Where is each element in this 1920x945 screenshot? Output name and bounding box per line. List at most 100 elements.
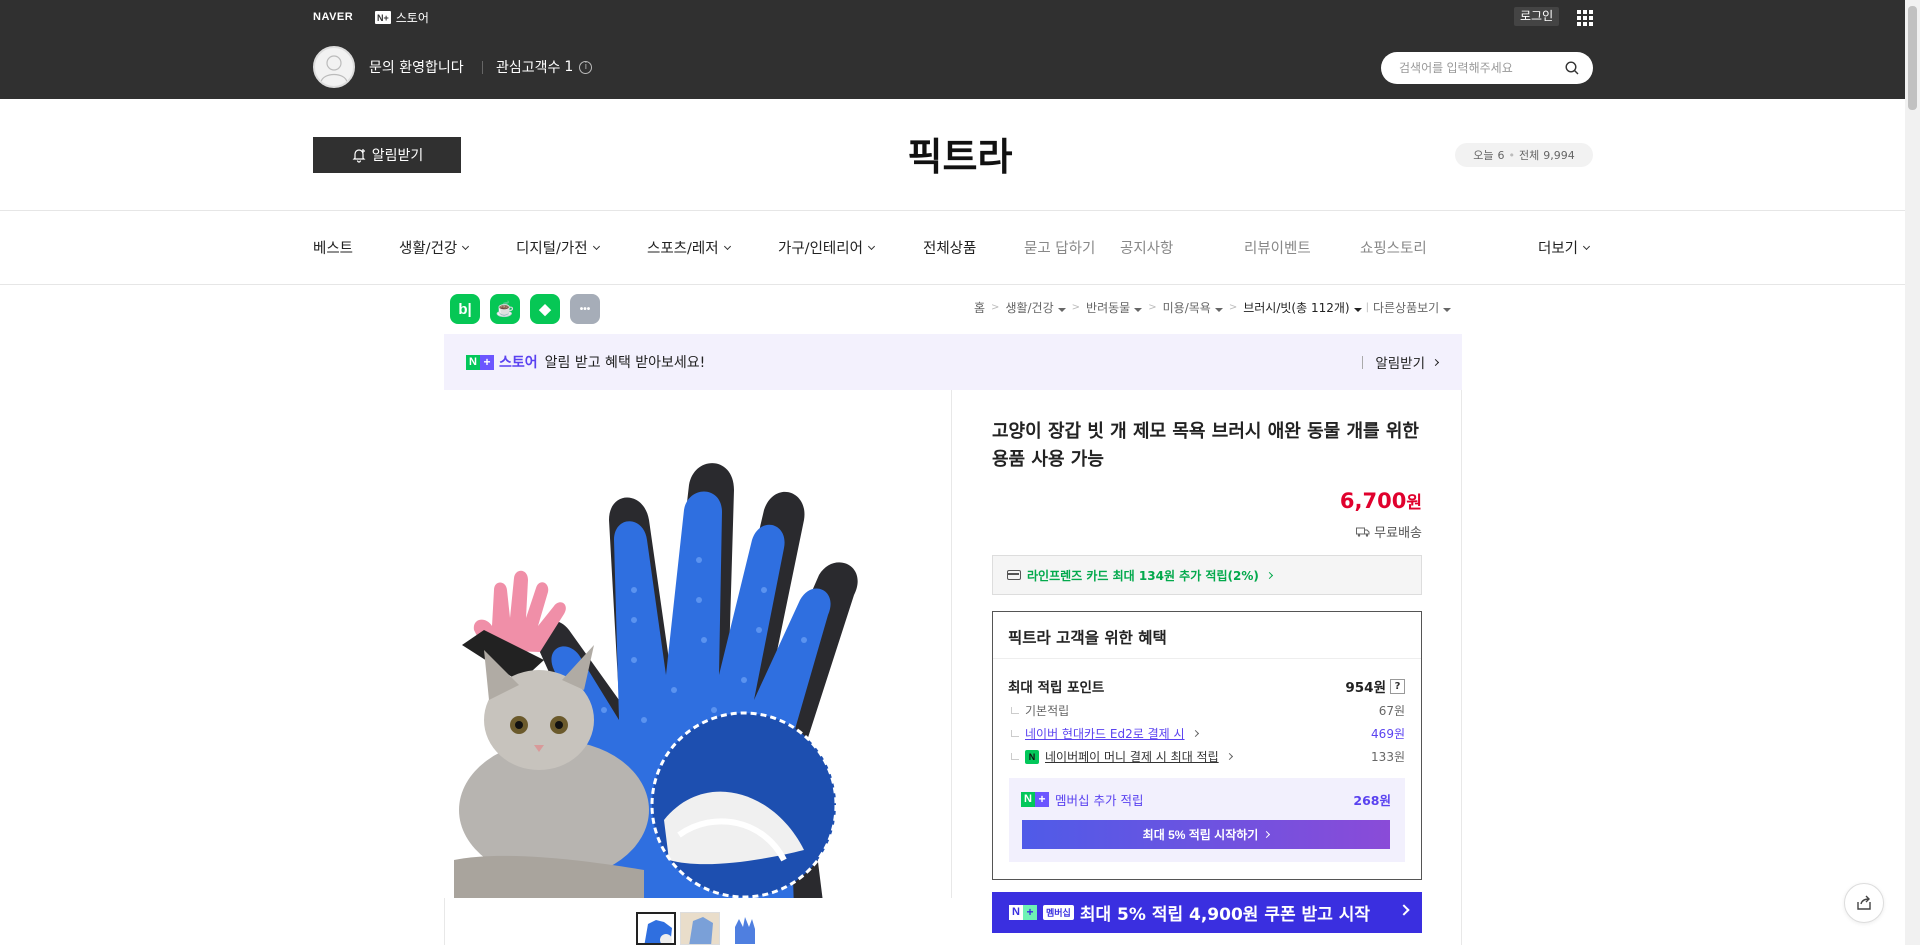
nav-item-label: 리뷰이벤트 [1244,241,1311,257]
card-promo[interactable]: 라인프렌즈 카드 최대 134원 추가 적립(2%) [992,555,1422,595]
nav-item-label: 베스트 [313,241,354,257]
breadcrumb-item[interactable]: 반려동물 [1086,299,1143,316]
nav-item[interactable]: 가구/인테리어 [778,237,875,258]
nav-item[interactable]: 베스트 [313,237,353,258]
nav-item[interactable]: 공지사항 [1120,237,1173,258]
benefit-row-value: 67원 [1378,704,1405,718]
max-point-row: 최대 적립 포인트 954원? [1008,676,1405,696]
store-search [1381,52,1593,84]
store-avatar[interactable] [313,46,355,88]
nav-item[interactable]: 쇼핑스토리 [1360,237,1427,258]
breadcrumb-item[interactable]: 생활/건강 [1005,299,1066,316]
chevron-right-icon [1263,830,1271,839]
chevron-down-icon [867,242,875,250]
nplus-logo: N + [466,354,494,370]
dropdown-arrow-icon [1057,308,1066,312]
banner-alarm-link[interactable]: 알림받기 [1362,352,1440,372]
membership-button-label: 최대 5% 적립 시작하기 [1142,828,1259,842]
visitors-total-label: 전체 [1519,149,1540,162]
naverpay-icon: N [1025,749,1039,764]
nav-item-label: 디지털/가전 [516,241,588,257]
benefit-row-value: 469원 [1371,727,1405,741]
search-input[interactable] [1399,59,1559,77]
membership-start-button[interactable]: 최대 5% 적립 시작하기 [1022,820,1390,849]
thumbnail[interactable] [680,912,720,945]
nplus-store-logo[interactable]: N+ 스토어 [375,9,429,26]
chevron-down-icon [723,242,731,250]
store-welcome-text: 문의 환영합니다 [369,60,464,76]
search-icon[interactable] [1565,61,1579,75]
breadcrumb: 홈 > 생활/건강 > 반려동물 > 미용/목욕 > 브러시/빗(총 112개)… [974,299,1452,316]
share-icons: b| ☕ ◆ ••• [450,294,600,324]
scrollbar-thumb[interactable] [1908,6,1917,110]
shipping-info: 무료배송 [1356,522,1422,541]
dropdown-arrow-icon [1443,308,1452,312]
share-fab-button[interactable] [1844,883,1884,923]
banner-text: 알림 받고 혜택 받아보세요! [544,355,706,371]
benefit-row: 네이버 현대카드 Ed2로 결제 시 469원 [1008,725,1405,742]
nav-item-label: 쇼핑스토리 [1360,241,1427,257]
nav-item[interactable]: 생활/건강 [399,237,470,258]
blog-share-icon[interactable]: ◆ [530,294,560,324]
benefit-row: 기본적립 67원 [1008,702,1405,719]
nplus-alarm-banner: N + 스토어 알림 받고 혜택 받아보세요! 알림받기 [444,334,1462,390]
breadcrumb-home[interactable]: 홈 [974,299,985,316]
login-button[interactable]: 로그인 [1514,7,1560,26]
nav-item[interactable]: 스포츠/레저 [647,237,731,258]
coupon-text: 최대 5% 적립 4,900원 쿠폰 받고 시작 [1079,905,1371,925]
nav-item[interactable]: 전체상품 [923,237,976,258]
banner-alarm-label: 알림받기 [1375,356,1425,372]
alarm-button[interactable]: 알림받기 [313,137,461,173]
nav-item-label: 묻고 답하기 [1024,241,1096,257]
other-products-link[interactable]: 다른상품보기 [1373,299,1452,316]
nav-item-label: 가구/인테리어 [778,241,863,257]
nplus-badge: N+ [375,11,391,24]
benefit-title: 픽트라 고객을 위한 혜택 [993,612,1421,659]
more-share-icon[interactable]: ••• [570,294,600,324]
membership-coupon-banner[interactable]: N + 멤버십 최대 5% 적립 4,900원 쿠폰 받고 시작 [992,892,1422,933]
nplus-logo: N + [1009,905,1037,920]
nav-item-label: 전체상품 [923,241,977,257]
benefit-box: 픽트라 고객을 위한 혜택 최대 적립 포인트 954원? 기본적립 67원 네… [992,611,1422,880]
page-scrollbar[interactable] [1905,0,1920,945]
chevron-right-icon [1191,729,1199,738]
nav-item[interactable]: 묻고 답하기 [1024,237,1095,258]
cafe-share-icon[interactable]: ☕ [490,294,520,324]
product-thumbnails [636,912,764,945]
band-share-icon[interactable]: b| [450,294,480,324]
benefit-row-value: 133원 [1371,750,1405,764]
nplus-logo: N + [1021,792,1049,807]
favorite-customers: 관심고객수 1 i [496,57,593,77]
visitors-today: 6 [1497,148,1505,162]
dropdown-arrow-icon [1214,308,1223,312]
nav-item-label: 스포츠/레저 [647,241,719,257]
naver-logo[interactable]: NAVER [313,11,353,23]
info-icon[interactable]: i [579,60,593,74]
help-icon[interactable]: ? [1390,678,1405,694]
breadcrumb-item[interactable]: 미용/목욕 [1163,299,1223,316]
nav-item-label: 생활/건강 [399,241,458,257]
nav-item[interactable]: 리뷰이벤트 [1244,237,1311,258]
shipping-label: 무료배송 [1374,526,1422,541]
max-point-label: 최대 적립 포인트 [1008,680,1105,696]
thumbnail[interactable] [724,912,764,945]
product-image[interactable] [444,390,952,898]
thumbnail[interactable] [636,912,676,945]
nav-item[interactable]: 디지털/가전 [516,237,600,258]
breadcrumb-item-current[interactable]: 브러시/빗(총 112개) [1243,299,1362,316]
naverpay-link[interactable]: 네이버페이 머니 결제 시 최대 적립 [1045,748,1219,765]
truck-icon [1356,527,1370,537]
chevron-down-icon [462,242,470,250]
share-icon [1857,895,1871,910]
hyundai-card-link[interactable]: 네이버 현대카드 Ed2로 결제 시 [1025,725,1185,742]
nav-more-button[interactable]: 더보기 [1538,237,1591,258]
apps-grid-icon[interactable] [1577,10,1593,26]
divider [482,61,483,74]
chevron-right-icon [1398,904,1410,916]
product-price: 6,700원 [1339,489,1422,513]
nav-item-label: 공지사항 [1120,241,1174,257]
fav-label: 관심고객수 [496,60,561,76]
banner-store-label: 스토어 [499,355,538,371]
fav-count: 1 [564,59,574,75]
store-name[interactable]: 픽트라 [908,135,1013,179]
